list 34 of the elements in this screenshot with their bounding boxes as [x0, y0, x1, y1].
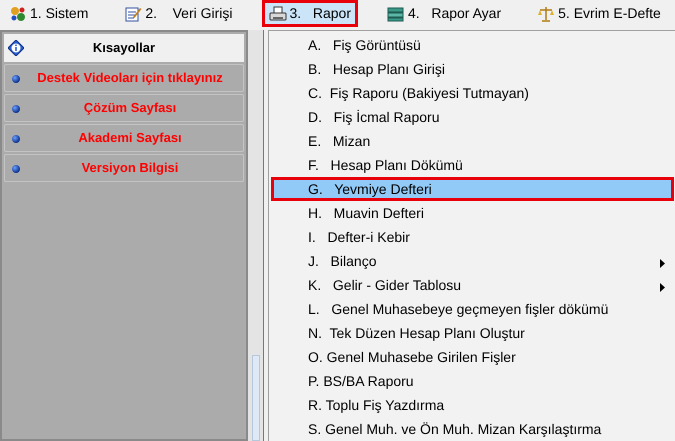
- menu-item[interactable]: S. Genel Muh. ve Ön Muh. Mizan Karşılaştırma: [271, 417, 674, 441]
- scrollbar-thumb[interactable]: [252, 355, 260, 441]
- bullet-icon: [12, 105, 20, 113]
- menu-item[interactable]: O. Genel Muhasebe Girilen Fişler: [271, 345, 674, 369]
- panel-title: Kısayollar: [92, 39, 156, 58]
- bullet-icon: [12, 75, 20, 83]
- menu-item[interactable]: B. Hesap Planı Girişi: [271, 57, 674, 81]
- menu-item[interactable]: R. Toplu Fiş Yazdırma: [271, 393, 674, 417]
- menu-item[interactable]: H. Muavin Defteri: [271, 201, 674, 225]
- menu-item[interactable]: F. Hesap Planı Dökümü: [271, 153, 674, 177]
- menu-item[interactable]: 1. Sistem: [2, 0, 96, 27]
- bullet-icon: [12, 135, 20, 143]
- info-icon: [8, 40, 24, 56]
- notepad-icon: [124, 4, 142, 22]
- bullet-icon: [12, 165, 20, 173]
- menu-item[interactable]: E. Mizan: [271, 129, 674, 153]
- printer-icon: [268, 4, 286, 22]
- menu-item[interactable]: A. Fiş Görüntüsü: [271, 33, 674, 57]
- menu-item[interactable]: C. Fiş Raporu (Bakiyesi Tutmayan): [271, 81, 674, 105]
- gears-icon: [9, 4, 27, 22]
- menu-item[interactable]: N. Tek Düzen Hesap Planı Oluştur: [271, 321, 674, 345]
- menu-item[interactable]: K. Gelir - Gider Tablosu: [271, 273, 674, 297]
- scale-icon: [537, 4, 556, 22]
- menu-item[interactable]: J. Bilanço: [271, 249, 674, 273]
- menu-item[interactable]: I. Defter-i Kebir: [271, 225, 674, 249]
- menu-item[interactable]: L. Genel Muhasebeye geçmeyen fişler dökümü: [271, 297, 674, 321]
- menu-item[interactable]: 3. Rapor: [262, 0, 358, 27]
- menu-item[interactable]: P. BS/BA Raporu: [271, 369, 674, 393]
- menu-item[interactable]: 2. Veri Girişi: [117, 0, 240, 27]
- menu-item[interactable]: G. Yevmiye Defteri: [271, 177, 674, 201]
- menu-item[interactable]: 4. Rapor Ayar: [380, 0, 508, 27]
- stack-icon: [386, 4, 405, 22]
- menu-item[interactable]: D. Fiş İcmal Raporu: [271, 105, 674, 129]
- menu-item[interactable]: 5. Evrim E-Defte: [530, 0, 668, 27]
